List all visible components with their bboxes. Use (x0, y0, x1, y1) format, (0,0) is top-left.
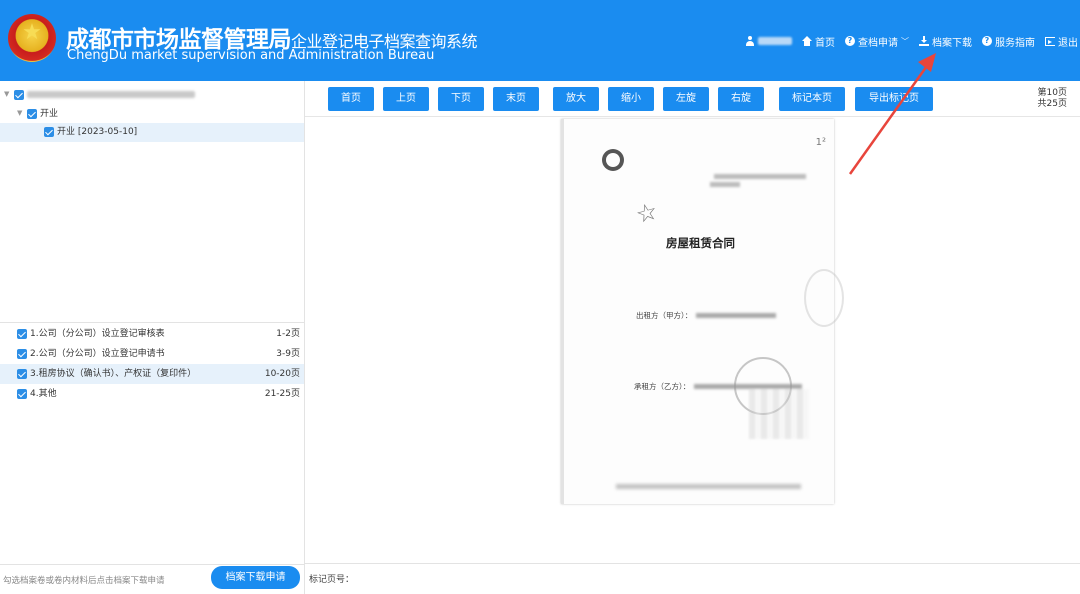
checkbox[interactable] (17, 389, 27, 399)
nav-guide-label: 服务指南 (995, 37, 1035, 49)
document-viewer[interactable]: 1² ☆ 房屋租赁合同 出租方（甲方）： 承租方（乙方）： (305, 117, 1080, 563)
zoom-in-button[interactable]: 放大 (553, 87, 599, 111)
list-item[interactable]: 1.公司（分公司）设立登记审核表 1-2页 (0, 324, 304, 344)
checkbox[interactable] (44, 126, 54, 137)
user-menu[interactable] (745, 36, 792, 46)
list-item[interactable]: 2.公司（分公司）设立登记申请书 3-9页 (0, 344, 304, 364)
nav-apply-label: 查档申请 (858, 37, 898, 49)
file-label: 3.租房协议（确认书）、产权证（复印件） (30, 369, 197, 379)
document-page: 1² ☆ 房屋租赁合同 出租方（甲方）： 承租方（乙方）： (561, 119, 844, 504)
question-icon: ? (845, 36, 855, 46)
app-header: ★ 成都市市场监督管理局企业登记电子档案查询系统 ChengDu market … (0, 0, 1080, 81)
lessee-label: 承租方（乙方）： (634, 382, 691, 391)
page-handwritten-number: 1² (815, 137, 826, 148)
nav-apply[interactable]: ? 查档申请 ﹀ (845, 34, 909, 49)
file-label: 4.其他 (30, 389, 57, 399)
nav-home[interactable]: 首页 (802, 34, 835, 49)
document-title: 房屋租赁合同 (666, 236, 735, 250)
contract-number-redacted (710, 182, 740, 187)
nav-logout[interactable]: 退出 (1045, 34, 1078, 49)
pixelated-redaction (749, 389, 809, 439)
checkbox[interactable] (17, 349, 27, 359)
footer-redacted (616, 484, 801, 489)
current-page: 第10页 (1037, 88, 1067, 98)
home-icon (802, 36, 812, 46)
help-icon: ? (982, 36, 992, 46)
app-title-english: ChengDu market supervision and Administr… (67, 48, 435, 63)
file-pages: 3-9页 (276, 349, 300, 359)
download-hint: 勾选档案卷或卷内材料后点击档案下载申请 (3, 576, 165, 586)
nav-logout-label: 退出 (1058, 37, 1078, 49)
mark-bar: 标记页号： (305, 563, 1080, 594)
download-icon (919, 36, 929, 46)
caret-down-icon[interactable]: ▼ (4, 85, 14, 104)
contract-number-redacted (714, 174, 806, 179)
tree-node-record[interactable]: 开业 [2023-05-10] (0, 123, 304, 142)
rotate-right-button[interactable]: 右旋 (718, 87, 764, 111)
company-name-redacted (27, 91, 195, 98)
nav-download[interactable]: 档案下载 (919, 34, 972, 49)
company-logo-stamp (602, 149, 624, 171)
mark-page-button[interactable]: 标记本页 (779, 87, 845, 111)
nav-guide[interactable]: ? 服务指南 (982, 34, 1035, 49)
chevron-down-icon: ﹀ (901, 36, 909, 46)
lessor-label: 出租方（甲方）： (636, 311, 693, 320)
national-emblem-logo: ★ (8, 14, 56, 62)
tree-node-group[interactable]: ▼ 开业 (0, 104, 304, 123)
download-apply-button[interactable]: 档案下载申请 (211, 566, 300, 589)
file-pages: 21-25页 (264, 389, 300, 399)
zoom-out-button[interactable]: 缩小 (608, 87, 654, 111)
checkbox[interactable] (17, 329, 27, 339)
nav-home-label: 首页 (815, 37, 835, 49)
total-pages: 共25页 (1037, 99, 1067, 109)
rotate-left-button[interactable]: 左旋 (663, 87, 709, 111)
export-marked-button[interactable]: 导出标记页 (855, 87, 933, 111)
panel-divider (0, 322, 304, 323)
last-page-button[interactable]: 末页 (493, 87, 539, 111)
download-bar: 勾选档案卷或卷内材料后点击档案下载申请 档案下载申请 (0, 564, 304, 594)
first-page-button[interactable]: 首页 (328, 87, 374, 111)
archive-sidebar: ▼ ▼ 开业 开业 [2023-05-10] 1.公司（分公司）设立登记审核表 1… (0, 81, 305, 594)
lessor-redacted (696, 313, 776, 318)
nav-download-label: 档案下载 (932, 37, 972, 49)
logout-icon (1045, 36, 1055, 46)
checkbox[interactable] (14, 89, 24, 100)
list-item-selected[interactable]: 3.租房协议（确认书）、产权证（复印件） 10-20页 (0, 364, 304, 384)
handwritten-mark: ☆ (632, 196, 661, 230)
caret-down-icon[interactable]: ▼ (17, 104, 27, 123)
page-indicator: 第10页 共25页 (1038, 88, 1067, 110)
checkbox[interactable] (17, 369, 27, 379)
tree-node-record-label: 开业 [2023-05-10] (57, 127, 138, 137)
next-page-button[interactable]: 下页 (438, 87, 484, 111)
file-label: 1.公司（分公司）设立登记审核表 (30, 329, 165, 339)
username-redacted (758, 37, 792, 45)
prev-page-button[interactable]: 上页 (383, 87, 429, 111)
file-pages: 10-20页 (264, 369, 300, 379)
user-icon (745, 36, 755, 46)
top-nav: 首页 ? 查档申请 ﹀ 档案下载 ? 服务指南 退出 (745, 33, 1080, 49)
file-list: 1.公司（分公司）设立登记审核表 1-2页 2.公司（分公司）设立登记申请书 3… (0, 324, 304, 404)
file-pages: 1-2页 (276, 329, 300, 339)
viewer-toolbar: 首页 上页 下页 末页 放大 缩小 左旋 右旋 标记本页 导出标记页 第10页 … (305, 81, 1080, 117)
mark-page-label: 标记页号： (309, 575, 355, 585)
checkbox[interactable] (27, 108, 37, 119)
archive-tree: ▼ ▼ 开业 开业 [2023-05-10] (0, 85, 304, 142)
seal-stamp-partial (804, 269, 844, 327)
tree-node-group-label: 开业 (40, 109, 59, 119)
tree-node-company[interactable]: ▼ (0, 85, 304, 104)
list-item[interactable]: 4.其他 21-25页 (0, 384, 304, 404)
file-label: 2.公司（分公司）设立登记申请书 (30, 349, 165, 359)
